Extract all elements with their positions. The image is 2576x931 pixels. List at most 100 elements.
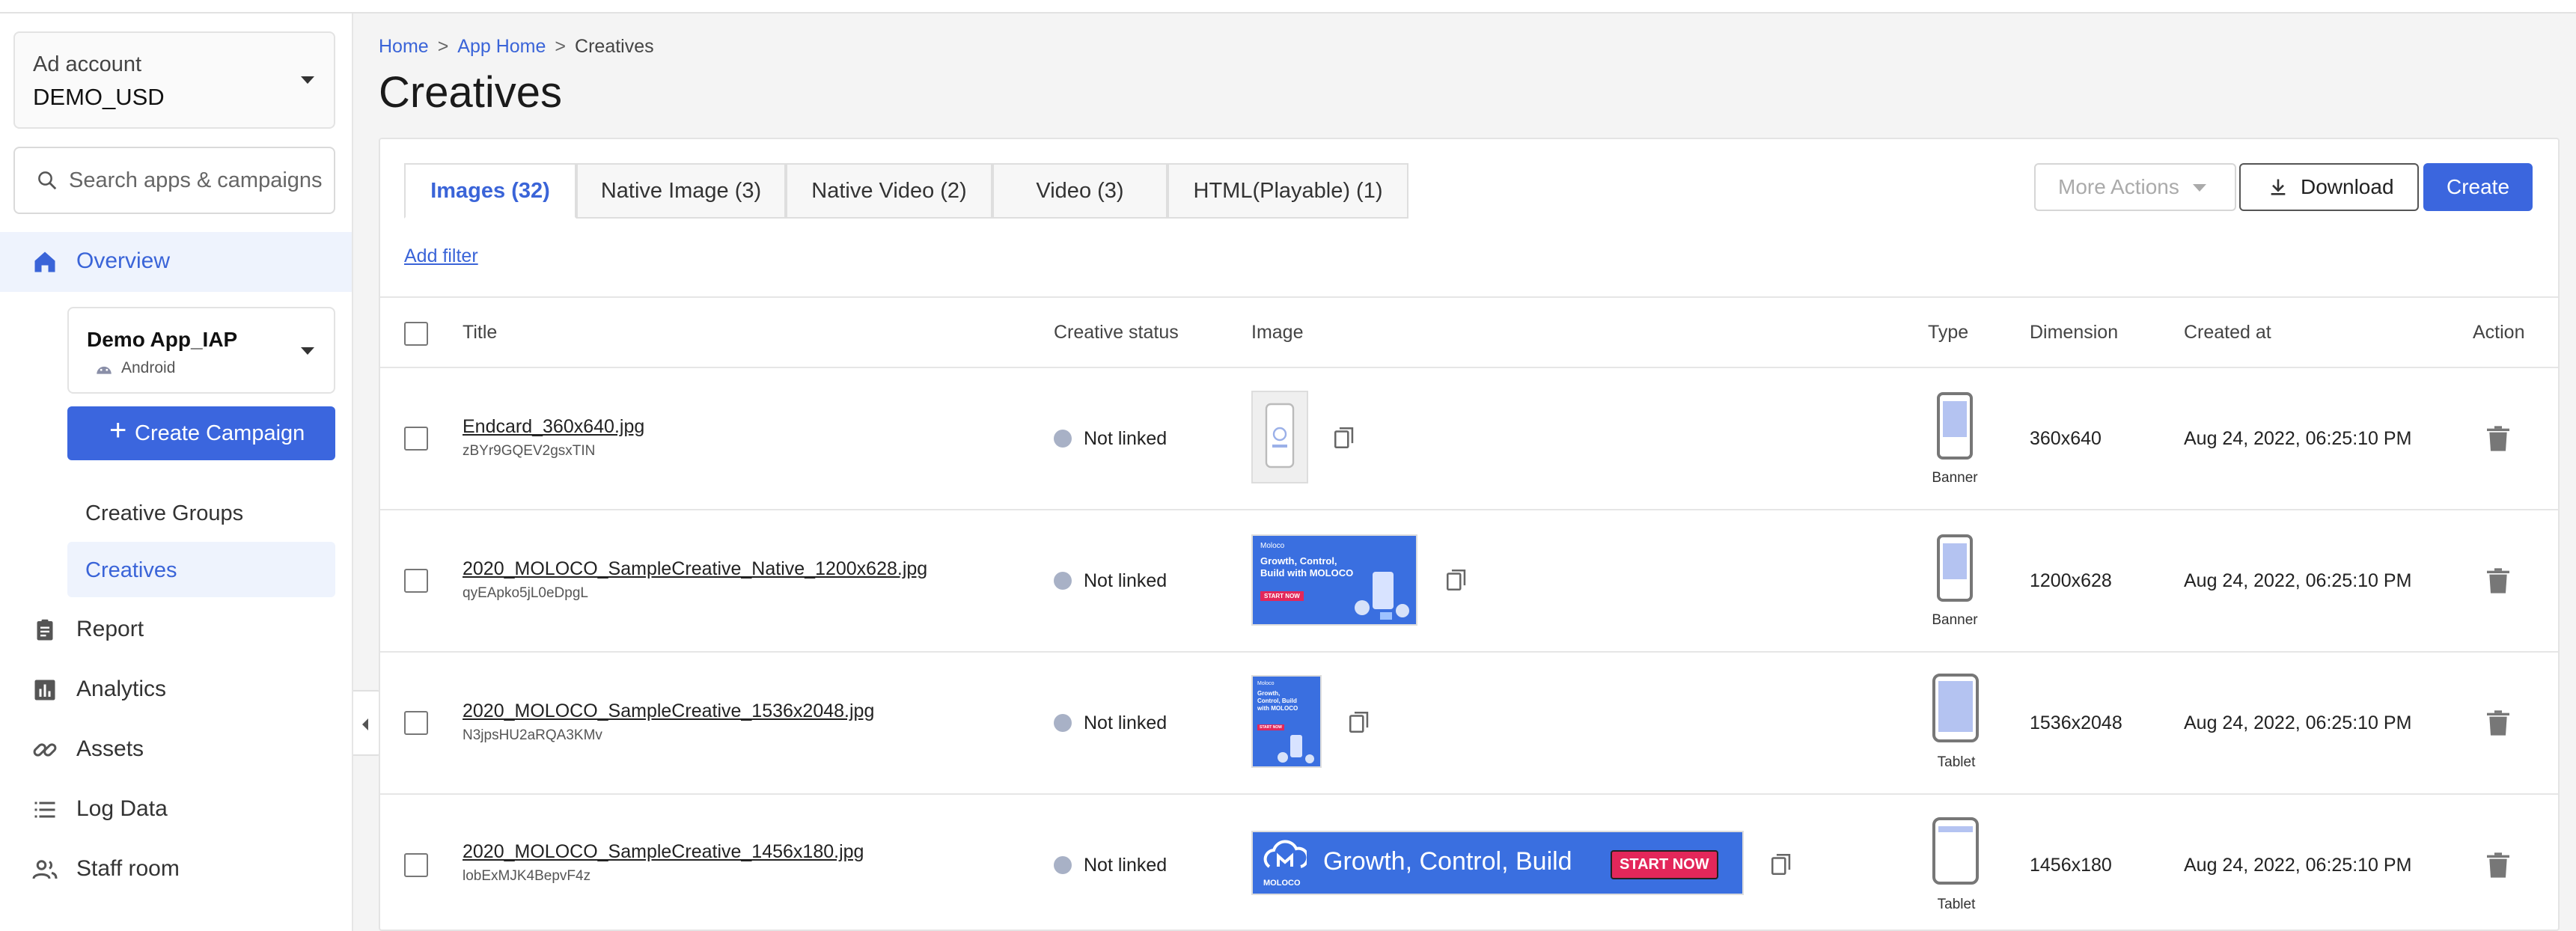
creative-status: Not linked: [1084, 428, 1168, 449]
table-row[interactable]: 2020_MOLOCO_SampleCreative_1456x180.jpg …: [380, 795, 2558, 931]
table-row[interactable]: 2020_MOLOCO_SampleCreative_1536x2048.jpg…: [380, 653, 2558, 795]
android-icon: [97, 366, 112, 374]
download-label: Download: [2301, 175, 2394, 198]
search-placeholder: Search apps & campaigns: [69, 168, 323, 192]
sidebar-item-log-data[interactable]: Log Data: [0, 780, 352, 840]
tablet-type-icon: [1932, 674, 1979, 742]
creative-thumbnail[interactable]: Moloco Growth, Control, Build with MOLOC…: [1251, 675, 1322, 768]
search-input[interactable]: Search apps & campaigns: [13, 147, 335, 214]
sidebar-item-analytics[interactable]: Analytics: [0, 660, 352, 720]
select-all-checkbox[interactable]: [404, 322, 428, 346]
row-checkbox[interactable]: [404, 853, 428, 877]
sidebar-item-label: Overview: [76, 248, 171, 273]
sidebar-item-creatives[interactable]: Creatives: [67, 542, 335, 597]
trash-icon[interactable]: [2483, 563, 2513, 599]
type-label: Banner: [1932, 470, 1978, 486]
column-type[interactable]: Type: [1928, 322, 1968, 344]
chevron-down-icon: [301, 76, 314, 84]
creative-id: N3jpsHU2aRQA3KMv: [463, 727, 602, 743]
row-checkbox[interactable]: [404, 427, 428, 451]
creative-id: lobExMJK4BepvF4z: [463, 868, 591, 884]
moloco-logo-icon: [1263, 840, 1307, 868]
table-row[interactable]: Endcard_360x640.jpg zBYr9GQEV2gsxTIN Not…: [380, 368, 2558, 510]
column-creative-status[interactable]: Creative status: [1054, 322, 1179, 344]
tab-video[interactable]: Video (3): [992, 163, 1168, 219]
ad-account-selector[interactable]: Ad account DEMO_USD: [13, 31, 335, 129]
copy-icon[interactable]: [1444, 566, 1470, 594]
creative-status: Not linked: [1084, 570, 1168, 591]
banner-headline: Growth, Control, Build: [1323, 847, 1572, 876]
chevron-down-icon: [2193, 184, 2206, 192]
column-dimension[interactable]: Dimension: [2030, 322, 2118, 344]
home-icon: [34, 251, 55, 272]
table-row[interactable]: 2020_MOLOCO_SampleCreative_Native_1200x6…: [380, 510, 2558, 653]
create-campaign-button[interactable]: + Create Campaign: [67, 406, 335, 460]
sidebar-item-overview[interactable]: Overview: [0, 232, 352, 292]
creative-title[interactable]: Endcard_360x640.jpg: [463, 416, 644, 438]
app-platform: Android: [121, 359, 176, 376]
bar-chart-icon: [34, 680, 55, 700]
download-icon: [2271, 179, 2286, 195]
column-created-at[interactable]: Created at: [2184, 322, 2271, 344]
sidebar-item-assets[interactable]: Assets: [0, 720, 352, 780]
sidebar-item-report[interactable]: Report: [0, 600, 352, 660]
tab-native-video[interactable]: Native Video (2): [786, 163, 992, 219]
create-button[interactable]: Create: [2423, 163, 2533, 211]
breadcrumb-home[interactable]: Home: [379, 36, 429, 57]
start-now-badge: START NOW: [1611, 850, 1718, 879]
creatives-panel: Images (32) Native Image (3) Native Vide…: [379, 138, 2560, 931]
sidebar-item-staff-room[interactable]: Staff room: [0, 840, 352, 900]
trash-icon[interactable]: [2483, 847, 2513, 883]
creative-title[interactable]: 2020_MOLOCO_SampleCreative_Native_1200x6…: [463, 558, 927, 580]
copy-icon[interactable]: [1332, 424, 1358, 452]
creative-title[interactable]: 2020_MOLOCO_SampleCreative_1456x180.jpg: [463, 841, 864, 863]
dimension: 360x640: [2030, 428, 2102, 449]
dimension: 1456x180: [2030, 855, 2112, 876]
sidebar-item-label: Report: [76, 617, 144, 641]
app-selector[interactable]: Demo App_IAP Android: [67, 307, 335, 394]
download-button[interactable]: Download: [2239, 163, 2419, 211]
phone-preview-icon: [1265, 403, 1295, 468]
chevron-down-icon: [301, 347, 314, 355]
start-now-badge: START NOW: [1260, 591, 1304, 601]
copy-icon[interactable]: [1769, 850, 1795, 879]
tab-html-playable[interactable]: HTML(Playable) (1): [1168, 163, 1408, 219]
tablet-type-icon: [1932, 817, 1979, 885]
trash-icon[interactable]: [2483, 705, 2513, 741]
creative-thumbnail[interactable]: MOLOCO Growth, Control, Build START NOW: [1251, 831, 1744, 895]
tab-images[interactable]: Images (32): [404, 163, 576, 219]
sidebar-item-label: Log Data: [76, 796, 168, 821]
app-name: Demo App_IAP: [87, 328, 238, 351]
column-action: Action: [2473, 322, 2525, 343]
breadcrumb-app-home[interactable]: App Home: [457, 36, 546, 57]
creative-id: zBYr9GQEV2gsxTIN: [463, 443, 596, 459]
created-at: Aug 24, 2022, 06:25:10 PM: [2184, 855, 2412, 876]
sidebar-item-label: Assets: [76, 736, 144, 761]
more-actions-button[interactable]: More Actions: [2034, 163, 2236, 211]
creative-status: Not linked: [1084, 712, 1168, 733]
trash-icon[interactable]: [2483, 421, 2513, 457]
row-checkbox[interactable]: [404, 711, 428, 735]
illustration-icon: [1278, 735, 1314, 763]
top-bar: [0, 0, 2576, 13]
thumbnail-headline: Growth, Control, Build with MOLOCO: [1257, 690, 1298, 712]
banner-type-icon: [1937, 534, 1973, 602]
banner-logo-text: MOLOCO: [1263, 879, 1301, 888]
dimension: 1200x628: [2030, 570, 2112, 591]
copy-icon[interactable]: [1347, 708, 1373, 736]
column-image: Image: [1251, 322, 1304, 343]
thumbnail-headline: Growth, Control, Build with MOLOCO: [1260, 555, 1354, 579]
breadcrumb-current: Creatives: [575, 36, 654, 57]
sidebar-item-creative-groups[interactable]: Creative Groups: [67, 485, 335, 540]
page-title: Creatives: [379, 68, 562, 117]
creative-thumbnail[interactable]: Moloco Growth, Control, Build with MOLOC…: [1251, 534, 1417, 626]
creative-status: Not linked: [1084, 855, 1168, 876]
add-filter-link[interactable]: Add filter: [404, 245, 478, 267]
tab-native-image[interactable]: Native Image (3): [576, 163, 786, 219]
column-title[interactable]: Title: [463, 322, 497, 344]
ad-account-label: Ad account: [33, 52, 142, 76]
creative-title[interactable]: 2020_MOLOCO_SampleCreative_1536x2048.jpg: [463, 700, 874, 722]
row-checkbox[interactable]: [404, 569, 428, 593]
type-label: Tablet: [1937, 897, 1976, 912]
creative-thumbnail[interactable]: [1251, 391, 1308, 483]
